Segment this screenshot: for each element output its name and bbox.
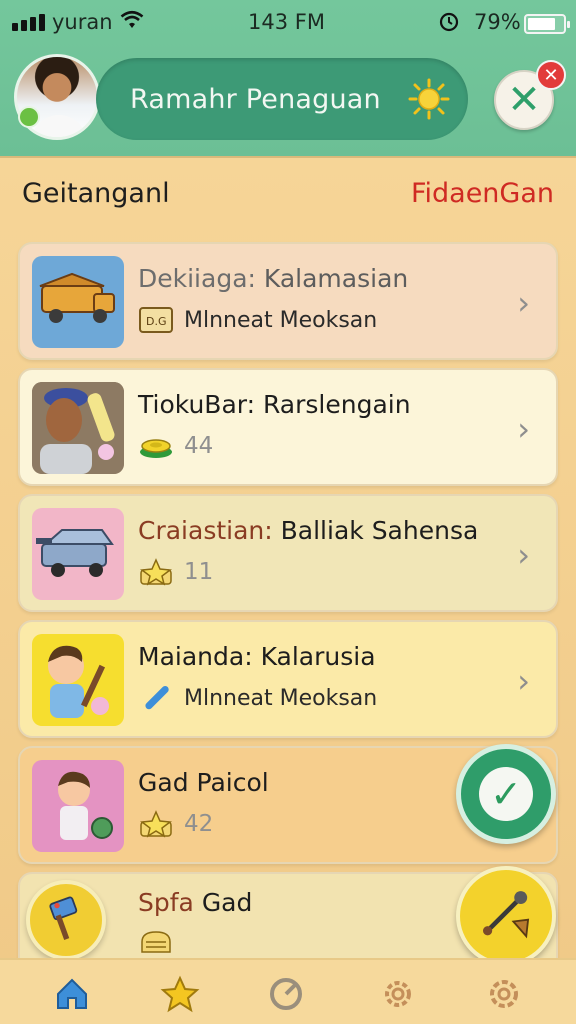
status-bar: yuran 143 FM 79% [0,6,576,40]
bread-icon [138,928,174,956]
refresh-icon [270,978,302,1010]
card-subtitle: 42 [138,810,213,838]
check-icon: ✓ [479,767,533,821]
coin-stack-icon [138,432,174,460]
title-pill[interactable]: Ramahr Penaguan [96,58,468,140]
clock-time: 143 FM [248,10,325,34]
truck-icon [32,256,124,348]
star-badge-icon [138,558,174,586]
wifi-icon [120,10,144,28]
wrench-icon [138,684,174,712]
sun-icon [408,78,450,120]
card-subtitle: 11 [138,558,213,586]
card-subtitle: D.G Mlnneat Meoksan [138,306,377,334]
list-item[interactable]: Dekiiaga: Kalamasian D.G Mlnneat Meoksan… [18,242,558,360]
alarm-icon [439,12,459,32]
list-item[interactable]: Maianda: Kalarusia Mlnneat Meoksan › [18,620,558,738]
page-title: Ramahr Penaguan [130,84,381,115]
favorites-tab[interactable] [160,974,200,1014]
card-title: Dekiiaga: Kalamasian [138,264,409,293]
close-icon: ✕ [507,77,541,123]
section-heading: Geitanganl FidaenGan [0,172,576,216]
star-badge-icon [138,810,174,838]
chevron-right-icon: › [517,284,530,322]
chevron-right-icon: › [517,536,530,574]
card-subtitle: Mlnneat Meoksan [138,684,377,712]
gear-tab[interactable] [484,974,524,1014]
chevron-right-icon: › [517,662,530,700]
cartoon-boy-icon [32,634,124,726]
vehicle-icon [32,508,124,600]
svg-text:D.G: D.G [146,315,167,328]
card-subtitle [138,928,174,956]
card-title: TiokuBar: Rarslengain [138,390,411,419]
tag-icon: D.G [138,306,174,334]
home-tab[interactable] [52,974,92,1014]
carrier-label: yuran [52,10,113,34]
card-title: Spfa Gad [138,888,253,917]
section-link[interactable]: FidaenGan [411,178,554,209]
chevron-right-icon: › [517,410,530,448]
refresh-tab[interactable] [266,974,306,1014]
gear-icon [490,980,518,1008]
online-status-dot [18,106,40,128]
confirm-button[interactable]: ✓ [456,744,556,844]
battery-icon [524,14,570,34]
person-photo [32,382,124,474]
tools-icon [483,891,530,939]
signal-icon [12,14,45,31]
card-title: Craiastian: Balliak Sahensa [138,516,479,545]
top-header: yuran 143 FM 79% Ramahr Penaguan ✕ ✕ [0,0,576,158]
list-item[interactable]: Craiastian: Balliak Sahensa 11 › [18,494,558,612]
home-icon [57,978,87,1009]
battery-percent: 79% [474,10,521,34]
list-item[interactable]: TiokuBar: Rarslengain 44 › [18,368,558,486]
card-subtitle: 44 [138,432,213,460]
section-title: Geitanganl [22,178,170,209]
bottom-nav [0,958,576,1024]
card-title: Maianda: Kalarusia [138,642,376,671]
battery-fill [528,18,555,30]
star-icon [160,975,200,1013]
close-badge-icon: ✕ [536,60,566,90]
cartoon-kid-icon [32,760,124,852]
card-title: Gad Paicol [138,768,269,797]
brush-icon [49,896,78,940]
brush-button[interactable] [26,880,106,960]
settings-icon [385,981,411,1007]
tools-button[interactable] [456,866,556,966]
settings-tab[interactable] [378,974,418,1014]
